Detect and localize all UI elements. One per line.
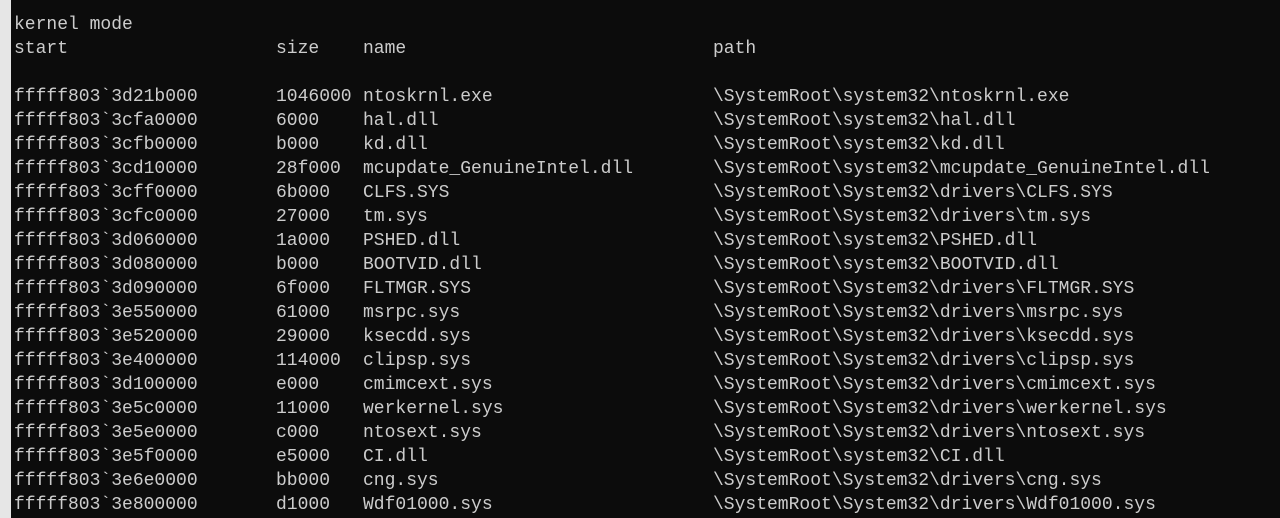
cell-name: werkernel.sys — [363, 399, 504, 419]
cell-name: hal.dll — [363, 111, 439, 131]
cell-path: \SystemRoot\System32\drivers\Wdf01000.sy… — [713, 495, 1156, 515]
section-title: kernel mode — [14, 15, 133, 35]
cell-name: Wdf01000.sys — [363, 495, 493, 515]
module-row: fffff803`3e5e0000 c000 ntosext.sys \SystemR… — [14, 421, 1280, 445]
cell-size: e5000 — [276, 447, 331, 467]
module-row: fffff803`3e5c0000 11000 werkernel.sys \Syst… — [14, 397, 1280, 421]
cell-name: tm.sys — [363, 207, 428, 227]
cell-start: fffff803`3d090000 — [14, 279, 198, 299]
cell-size: 6b000 — [276, 183, 331, 203]
cell-path: \SystemRoot\System32\drivers\werkernel.s… — [713, 399, 1167, 419]
cell-path: \SystemRoot\System32\drivers\clipsp.sys — [713, 351, 1135, 371]
cell-name: kd.dll — [363, 135, 428, 155]
cell-size: e000 — [276, 375, 320, 395]
cell-name: ntoskrnl.exe — [363, 87, 493, 107]
cell-path: \SystemRoot\system32\CI.dll — [713, 447, 1005, 467]
window-edge — [0, 0, 11, 518]
cell-name: CLFS.SYS — [363, 183, 450, 203]
cell-start: fffff803`3e5c0000 — [14, 399, 198, 419]
cell-path: \SystemRoot\System32\drivers\cmimcext.sy… — [713, 375, 1156, 395]
cell-size: 27000 — [276, 207, 331, 227]
cell-name: clipsp.sys — [363, 351, 472, 371]
cell-size: b000 — [276, 135, 320, 155]
column-headers: start size name path — [14, 37, 1280, 61]
module-row: fffff803`3e520000 29000 ksecdd.sys \SystemR… — [14, 325, 1280, 349]
cell-path: \SystemRoot\System32\drivers\ksecdd.sys — [713, 327, 1135, 347]
module-row: fffff803`3e800000 d1000 Wdf01000.sys \Syste… — [14, 493, 1280, 517]
header-path: path — [713, 39, 757, 59]
cell-size: d1000 — [276, 495, 331, 515]
cell-path: \SystemRoot\system32\mcupdate_GenuineInt… — [713, 159, 1210, 179]
module-row: fffff803`3cfc0000 27000 tm.sys \SystemRoot\… — [14, 205, 1280, 229]
cell-start: fffff803`3e6e0000 — [14, 471, 198, 491]
cell-path: \SystemRoot\System32\drivers\msrpc.sys — [713, 303, 1124, 323]
module-row: fffff803`3e550000 61000 msrpc.sys \SystemRo… — [14, 301, 1280, 325]
cell-path: \SystemRoot\System32\drivers\CLFS.SYS — [713, 183, 1113, 203]
cell-name: ntosext.sys — [363, 423, 482, 443]
terminal-output[interactable]: kernel mode start size name path fffff80… — [14, 13, 1280, 517]
cell-start: fffff803`3d100000 — [14, 375, 198, 395]
cell-name: cng.sys — [363, 471, 439, 491]
cell-name: ksecdd.sys — [363, 327, 472, 347]
cell-size: 114000 — [276, 351, 341, 371]
cell-start: fffff803`3e800000 — [14, 495, 198, 515]
cell-name: FLTMGR.SYS — [363, 279, 472, 299]
header-start: start — [14, 39, 69, 59]
module-row: fffff803`3d21b000 1046000 ntoskrnl.exe \Sys… — [14, 85, 1280, 109]
cell-start: fffff803`3cfa0000 — [14, 111, 198, 131]
cell-size: 6000 — [276, 111, 320, 131]
cell-size: c000 — [276, 423, 320, 443]
cell-size: 61000 — [276, 303, 331, 323]
cell-path: \SystemRoot\system32\BOOTVID.dll — [713, 255, 1059, 275]
cell-path: \SystemRoot\System32\drivers\tm.sys — [713, 207, 1092, 227]
cell-size: 11000 — [276, 399, 331, 419]
module-row: fffff803`3d060000 1a000 PSHED.dll \SystemRo… — [14, 229, 1280, 253]
cell-start: fffff803`3d080000 — [14, 255, 198, 275]
module-row: fffff803`3cfb0000 b000 kd.dll \SystemRoot\s… — [14, 133, 1280, 157]
cell-path: \SystemRoot\system32\PSHED.dll — [713, 231, 1038, 251]
header-name: name — [363, 39, 407, 59]
cell-size: 6f000 — [276, 279, 331, 299]
module-row: fffff803`3d090000 6f000 FLTMGR.SYS \SystemR… — [14, 277, 1280, 301]
cell-start: fffff803`3e5f0000 — [14, 447, 198, 467]
cell-path: \SystemRoot\System32\drivers\FLTMGR.SYS — [713, 279, 1135, 299]
module-row: fffff803`3cff0000 6b000 CLFS.SYS \SystemRoo… — [14, 181, 1280, 205]
module-row: fffff803`3e5f0000 e5000 CI.dll \SystemRoot\… — [14, 445, 1280, 469]
module-row: fffff803`3cd10000 28f000 mcupdate_GenuineI… — [14, 157, 1280, 181]
cell-name: cmimcext.sys — [363, 375, 493, 395]
cell-start: fffff803`3cd10000 — [14, 159, 198, 179]
module-row: fffff803`3d080000 b000 BOOTVID.dll \SystemR… — [14, 253, 1280, 277]
cell-size: 1a000 — [276, 231, 331, 251]
cell-name: CI.dll — [363, 447, 428, 467]
cell-size: 1046000 — [276, 87, 352, 107]
cell-name: mcupdate_GenuineIntel.dll — [363, 159, 634, 179]
cell-path: \SystemRoot\system32\hal.dll — [713, 111, 1016, 131]
cell-size: 28f000 — [276, 159, 341, 179]
header-size: size — [276, 39, 320, 59]
cell-name: PSHED.dll — [363, 231, 461, 251]
cell-start: fffff803`3d060000 — [14, 231, 198, 251]
cell-size: bb000 — [276, 471, 331, 491]
cell-start: fffff803`3d21b000 — [14, 87, 198, 107]
cell-path: \SystemRoot\System32\drivers\cng.sys — [713, 471, 1102, 491]
module-row: fffff803`3d100000 e000 cmimcext.sys \System… — [14, 373, 1280, 397]
cell-start: fffff803`3e550000 — [14, 303, 198, 323]
cell-start: fffff803`3cfc0000 — [14, 207, 198, 227]
module-row: fffff803`3e6e0000 bb000 cng.sys \SystemRoot… — [14, 469, 1280, 493]
module-row: fffff803`3e400000 114000 clipsp.sys \System… — [14, 349, 1280, 373]
cell-path: \SystemRoot\System32\drivers\ntosext.sys — [713, 423, 1146, 443]
cell-size: b000 — [276, 255, 320, 275]
cell-start: fffff803`3e5e0000 — [14, 423, 198, 443]
cell-name: BOOTVID.dll — [363, 255, 482, 275]
module-row: fffff803`3cfa0000 6000 hal.dll \SystemRoot\… — [14, 109, 1280, 133]
cell-path: \SystemRoot\system32\ntoskrnl.exe — [713, 87, 1070, 107]
cell-start: fffff803`3e520000 — [14, 327, 198, 347]
cell-name: msrpc.sys — [363, 303, 461, 323]
cell-start: fffff803`3cfb0000 — [14, 135, 198, 155]
cell-start: fffff803`3e400000 — [14, 351, 198, 371]
cell-path: \SystemRoot\system32\kd.dll — [713, 135, 1005, 155]
cell-start: fffff803`3cff0000 — [14, 183, 198, 203]
cell-size: 29000 — [276, 327, 331, 347]
